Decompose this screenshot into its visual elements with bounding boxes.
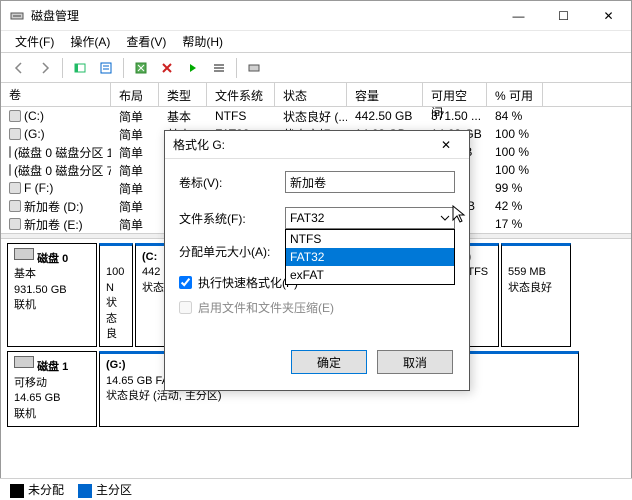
titlebar: 磁盘管理 — ☐ ✕: [1, 1, 631, 31]
menubar: 文件(F) 操作(A) 查看(V) 帮助(H): [1, 31, 631, 53]
filesystem-dropdown[interactable]: NTFSFAT32exFAT: [285, 229, 455, 285]
forward-button[interactable]: [33, 56, 57, 80]
menu-file[interactable]: 文件(F): [7, 31, 62, 52]
volume-label-text: 卷标(V):: [179, 174, 285, 191]
filesystem-option[interactable]: exFAT: [286, 266, 454, 284]
legend-unalloc: 未分配: [28, 483, 64, 497]
filesystem-value: FAT32: [286, 211, 436, 225]
disk-info[interactable]: 磁盘 1可移动14.65 GB联机: [7, 351, 97, 427]
filesystem-label: 文件系统(F):: [179, 210, 285, 227]
menu-action[interactable]: 操作(A): [62, 31, 118, 52]
quick-format-checkbox[interactable]: [179, 276, 192, 289]
toolbar: [1, 53, 631, 83]
partition[interactable]: 100 N状态良: [99, 243, 133, 347]
col-capacity[interactable]: 容量: [347, 83, 423, 106]
menu-help[interactable]: 帮助(H): [174, 31, 231, 52]
legend: 未分配 主分区: [0, 478, 632, 500]
window-title: 磁盘管理: [31, 7, 496, 24]
save-button[interactable]: [181, 56, 205, 80]
refresh-button[interactable]: [129, 56, 153, 80]
menu-view[interactable]: 查看(V): [118, 31, 174, 52]
back-button[interactable]: [7, 56, 31, 80]
list-button[interactable]: [207, 56, 231, 80]
dialog-title: 格式化 G:: [173, 136, 431, 153]
format-dialog: 格式化 G: ✕ 卷标(V): 文件系统(F): FAT32 NTFSFAT32…: [164, 130, 470, 391]
col-freespace[interactable]: 可用空间: [423, 83, 487, 106]
filesystem-option[interactable]: FAT32: [286, 248, 454, 266]
quick-format-label: 执行快速格式化(P): [198, 274, 298, 291]
compress-label: 启用文件和文件夹压缩(E): [198, 299, 334, 316]
compress-checkbox: [179, 301, 192, 314]
cancel-button[interactable]: 取消: [377, 350, 453, 374]
maximize-button[interactable]: ☐: [541, 1, 586, 31]
col-status[interactable]: 状态: [275, 83, 347, 106]
col-type[interactable]: 类型: [159, 83, 207, 106]
disk-info[interactable]: 磁盘 0基本931.50 GB联机: [7, 243, 97, 347]
filesystem-option[interactable]: NTFS: [286, 230, 454, 248]
ok-button[interactable]: 确定: [291, 350, 367, 374]
show-hide-button[interactable]: [68, 56, 92, 80]
table-header: 卷 布局 类型 文件系统 状态 容量 可用空间 % 可用: [1, 83, 631, 107]
table-row[interactable]: (C:)简单基本NTFS状态良好 (...442.50 GB371.50 ...…: [1, 107, 631, 125]
col-volume[interactable]: 卷: [1, 83, 111, 106]
delete-button[interactable]: [155, 56, 179, 80]
col-percentfree[interactable]: % 可用: [487, 83, 543, 106]
volume-label-input[interactable]: [285, 171, 455, 193]
chevron-down-icon: [436, 213, 454, 223]
settings-button[interactable]: [242, 56, 266, 80]
properties-button[interactable]: [94, 56, 118, 80]
close-button[interactable]: ✕: [586, 1, 631, 31]
filesystem-combo[interactable]: FAT32: [285, 207, 455, 229]
legend-primary: 主分区: [96, 483, 132, 497]
col-layout[interactable]: 布局: [111, 83, 159, 106]
dialog-close-button[interactable]: ✕: [431, 131, 461, 159]
app-icon: [9, 8, 25, 24]
minimize-button[interactable]: —: [496, 1, 541, 31]
col-filesystem[interactable]: 文件系统: [207, 83, 275, 106]
partition[interactable]: 559 MB状态良好: [501, 243, 571, 347]
allocation-label: 分配单元大小(A):: [179, 243, 285, 260]
